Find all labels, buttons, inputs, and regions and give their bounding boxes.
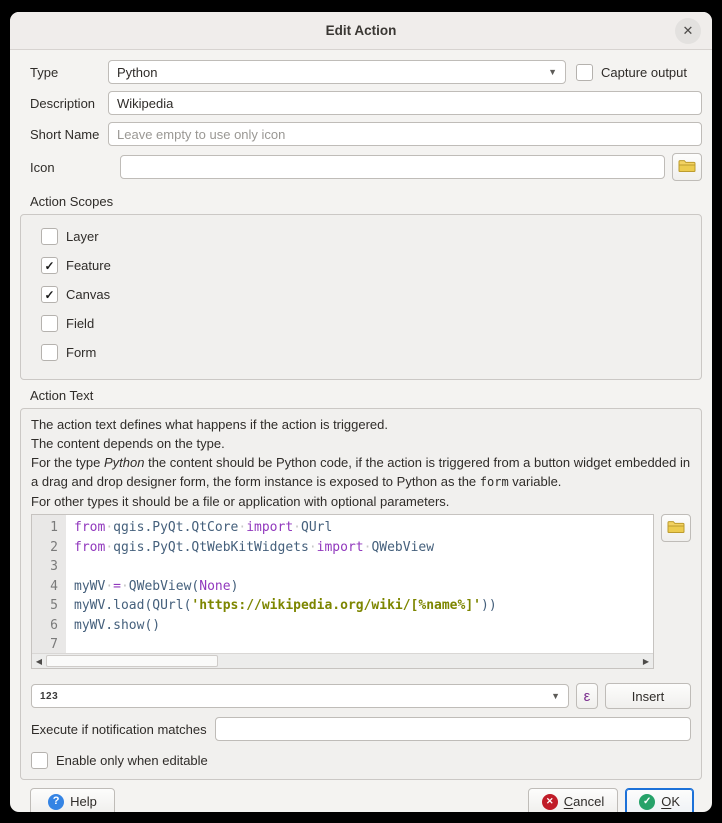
scope-label: Feature [66, 258, 111, 273]
scope-label: Form [66, 345, 96, 360]
icon-browse-button[interactable] [672, 153, 702, 181]
checkbox-box: ✓ [41, 257, 58, 274]
scope-label: Canvas [66, 287, 110, 302]
code-gutter: 1234567 [32, 515, 66, 653]
scope-feature-checkbox[interactable]: ✓ Feature [41, 257, 687, 274]
notification-label: Execute if notification matches [31, 722, 207, 737]
ok-button-label: OK [661, 794, 680, 809]
field-type-icon: 123 [40, 691, 58, 702]
folder-icon [667, 520, 685, 537]
dialog-title: Edit Action [326, 23, 397, 38]
ok-mnemonic: O [661, 794, 671, 809]
action-text-description: The action text defines what happens if … [31, 415, 691, 511]
close-button[interactable]: ✕ [675, 18, 701, 44]
enable-editable-label: Enable only when editable [56, 753, 208, 768]
checkbox-box [41, 228, 58, 245]
variable-row: 123 ▼ ε Insert [31, 683, 691, 709]
type-combobox[interactable]: Python ▼ [108, 60, 566, 84]
variable-combobox[interactable]: 123 ▼ [31, 684, 569, 708]
button-box: ? Help ✕ Cancel ✓ OK [20, 780, 702, 812]
notification-row: Execute if notification matches [31, 717, 691, 741]
action-text-group: The action text defines what happens if … [20, 408, 702, 780]
expression-builder-button[interactable]: ε [576, 683, 598, 709]
notification-input[interactable] [215, 717, 691, 741]
cancel-mnemonic: C [564, 794, 573, 809]
capture-output-checkbox[interactable]: Capture output [576, 64, 702, 81]
short-name-row: Short Name [20, 122, 702, 146]
checkbox-box [576, 64, 593, 81]
scope-label: Layer [66, 229, 99, 244]
code-file-browse-button[interactable] [661, 514, 691, 542]
code-editor[interactable]: 1234567 from·qgis.PyQt.QtCore·import·QUr… [31, 514, 654, 669]
icon-label: Icon [20, 160, 120, 175]
type-combobox-value: Python [117, 65, 157, 80]
description-input[interactable] [108, 91, 702, 115]
scope-layer-checkbox[interactable]: Layer [41, 228, 687, 245]
short-name-label: Short Name [20, 127, 108, 142]
help-icon: ? [48, 794, 64, 810]
scope-canvas-checkbox[interactable]: ✓ Canvas [41, 286, 687, 303]
action-scopes-group: Layer ✓ Feature ✓ Canvas Field Form [20, 214, 702, 380]
icon-row: Icon [20, 153, 702, 181]
help-button-label: Help [70, 794, 97, 809]
help-button[interactable]: ? Help [30, 788, 115, 813]
scope-form-checkbox[interactable]: Form [41, 344, 687, 361]
capture-output-label: Capture output [601, 65, 687, 80]
description-paragraph: The action text defines what happens if … [31, 415, 691, 434]
insert-button-label: Insert [632, 689, 665, 704]
ok-button[interactable]: ✓ OK [625, 788, 694, 813]
dialog-content: Type Python ▼ Capture output Description… [10, 50, 712, 812]
edit-action-dialog: Edit Action ✕ Type Python ▼ Capture outp… [10, 12, 712, 812]
chevron-down-icon: ▼ [548, 67, 557, 77]
chevron-down-icon: ▼ [551, 691, 560, 701]
action-scopes-title: Action Scopes [20, 188, 702, 214]
checkbox-box [41, 315, 58, 332]
description-label: Description [20, 96, 108, 111]
scroll-left-icon[interactable]: ◀ [32, 654, 46, 668]
code-area[interactable]: 1234567 from·qgis.PyQt.QtCore·import·QUr… [32, 515, 653, 653]
cancel-button-label: Cancel [564, 794, 604, 809]
cancel-button[interactable]: ✕ Cancel [528, 788, 618, 813]
short-name-input[interactable] [108, 122, 702, 146]
cancel-icon: ✕ [542, 794, 558, 810]
insert-button[interactable]: Insert [605, 683, 691, 709]
enable-editable-checkbox[interactable]: Enable only when editable [31, 752, 691, 769]
cancel-rest: ancel [573, 794, 604, 809]
icon-path-input[interactable] [120, 155, 665, 179]
checkbox-box [41, 344, 58, 361]
code-lines[interactable]: from·qgis.PyQt.QtCore·import·QUrlfrom·qg… [66, 515, 653, 653]
titlebar: Edit Action ✕ [10, 12, 712, 50]
action-text-title: Action Text [20, 382, 702, 408]
scope-field-checkbox[interactable]: Field [41, 315, 687, 332]
description-paragraph: For the type Python the content should b… [31, 453, 691, 492]
horizontal-scrollbar[interactable]: ◀ ▶ [32, 653, 653, 668]
ok-icon: ✓ [639, 794, 655, 810]
scrollbar-track[interactable] [46, 654, 639, 668]
code-editor-row: 1234567 from·qgis.PyQt.QtCore·import·QUr… [31, 514, 691, 669]
type-label: Type [20, 65, 108, 80]
description-paragraph: The content depends on the type. [31, 434, 691, 453]
scope-label: Field [66, 316, 94, 331]
scrollbar-thumb[interactable] [46, 655, 218, 667]
description-row: Description [20, 91, 702, 115]
folder-icon [678, 159, 696, 176]
description-paragraph: For other types it should be a file or a… [31, 492, 691, 511]
epsilon-icon: ε [584, 688, 591, 705]
checkbox-box: ✓ [41, 286, 58, 303]
checkbox-box [31, 752, 48, 769]
type-row: Type Python ▼ Capture output [20, 60, 702, 84]
ok-rest: K [671, 794, 680, 809]
close-icon: ✕ [683, 23, 694, 39]
scroll-right-icon[interactable]: ▶ [639, 654, 653, 668]
